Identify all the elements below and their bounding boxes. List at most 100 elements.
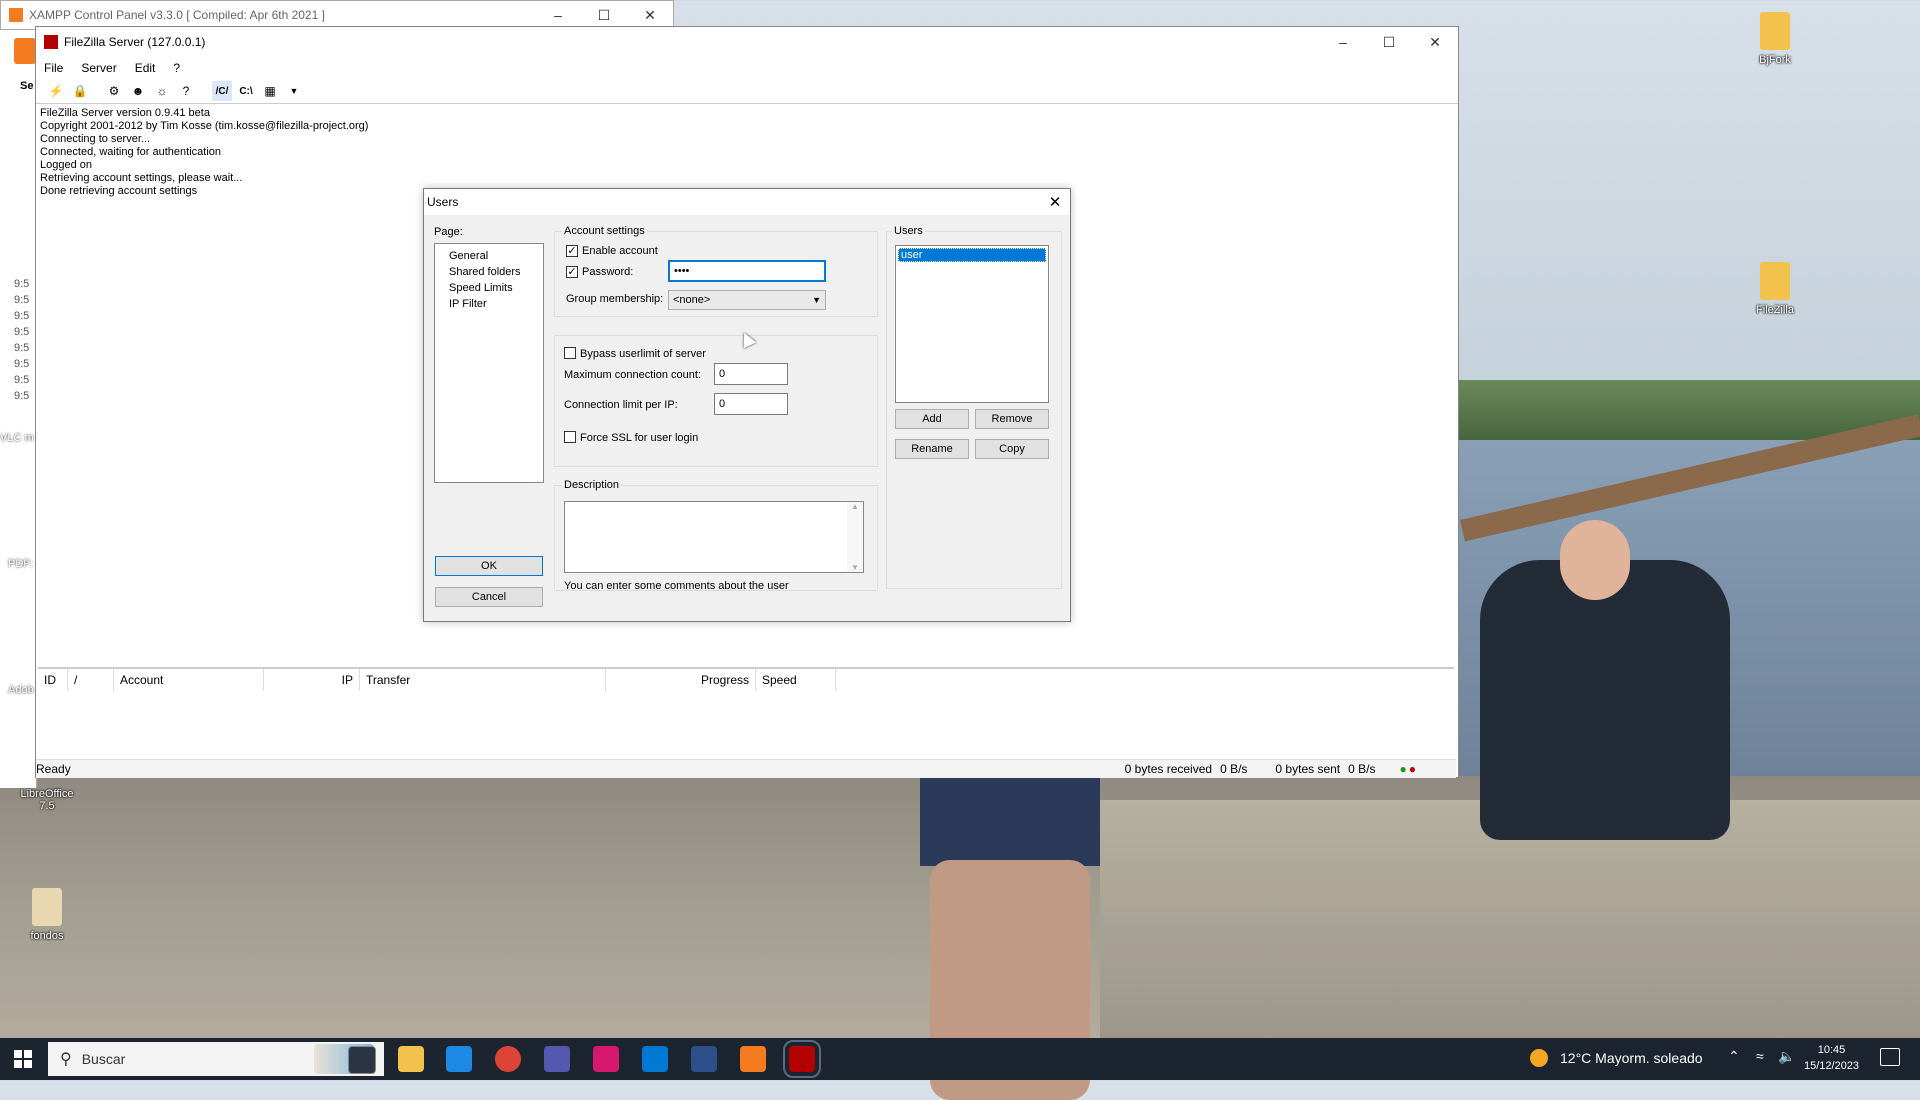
taskbar: ⚲ Buscar 12°C Mayorm. soleado ⌃ ≈ 🔈 10:4… [0, 1038, 1920, 1080]
xampp-window-body: Se 9:5 9:5 9:5 9:5 9:5 9:5 9:5 9:5 [0, 28, 37, 788]
col-progress[interactable]: Progress [606, 669, 756, 691]
max-connection-input[interactable]: 0 [714, 363, 788, 385]
users-dialog[interactable]: Users ✕ Page: General Shared folders Spe… [423, 188, 1071, 622]
users-label: Users [892, 225, 925, 237]
password-checkbox[interactable]: ✓ [566, 266, 578, 278]
col-id[interactable]: ID [38, 669, 68, 691]
speaker-muted-icon[interactable]: 🔈 [1778, 1048, 1795, 1065]
file-explorer-icon[interactable] [398, 1046, 424, 1072]
connection-limit-ip-input[interactable]: 0 [714, 393, 788, 415]
vscode-icon[interactable] [642, 1046, 668, 1072]
close-icon[interactable]: ✕ [1412, 27, 1458, 57]
users-list[interactable]: user [895, 245, 1049, 403]
menu-help[interactable]: ? [173, 61, 180, 75]
scrollbar[interactable]: ▲ ▼ [847, 502, 863, 572]
xampp-titlebar: XAMPP Control Panel v3.3.0 [ Compiled: A… [1, 1, 673, 29]
red-led-icon: ● [1408, 762, 1416, 776]
clock-time: 10:45 [1817, 1044, 1846, 1056]
filezilla-taskbar-icon[interactable] [783, 1040, 821, 1078]
network-icon[interactable]: ≈ [1756, 1048, 1764, 1064]
windows-start-icon[interactable] [14, 1050, 32, 1068]
chrome-icon[interactable] [495, 1046, 521, 1072]
settings-icon[interactable]: ⚙ [104, 81, 124, 101]
password-field[interactable]: •••• [668, 260, 826, 282]
close-icon[interactable]: ✕ [1040, 193, 1070, 211]
menu-server[interactable]: Server [81, 61, 116, 75]
desktop-partial-adobe: Adob [8, 684, 34, 696]
remove-user-button[interactable]: Remove [975, 409, 1049, 429]
teams-icon[interactable] [544, 1046, 570, 1072]
enable-account-label: Enable account [582, 245, 658, 257]
connect-icon[interactable]: ⚡ [46, 81, 66, 101]
scroll-up-icon[interactable]: ▲ [847, 502, 863, 511]
user-list-item[interactable]: user [898, 248, 1046, 262]
help-icon[interactable]: ? [176, 81, 196, 101]
notifications-icon[interactable] [1880, 1048, 1900, 1066]
log-line: Retrieving account settings, please wait… [40, 172, 243, 184]
menubar: File Server Edit ? [36, 57, 1458, 79]
col-transfer[interactable]: Transfer [360, 669, 606, 691]
description-hint: You can enter some comments about the us… [564, 580, 789, 592]
cancel-button[interactable]: Cancel [435, 587, 543, 607]
enable-account-checkbox[interactable]: ✓ [566, 245, 578, 257]
add-user-button[interactable]: Add [895, 409, 969, 429]
description-textarea[interactable]: ▲ ▼ [564, 501, 864, 573]
page-general[interactable]: General [449, 248, 521, 264]
desktop-icon-libreoffice[interactable]: LibreOffice 7.5 [12, 788, 82, 812]
weather-icon [1530, 1049, 1548, 1067]
log-line: Copyright 2001-2012 by Tim Kosse (tim.ko… [40, 120, 369, 132]
page-tree[interactable]: General Shared folders Speed Limits IP F… [434, 243, 544, 483]
col-ip[interactable]: IP [264, 669, 360, 691]
col-speed[interactable]: Speed [756, 669, 836, 691]
users-icon[interactable]: ☻ [128, 81, 148, 101]
mysql-workbench-icon[interactable] [691, 1046, 717, 1072]
col-account[interactable]: Account [114, 669, 264, 691]
desktop-icon-fondos[interactable]: fondos [12, 888, 82, 942]
chevron-up-icon[interactable]: ⌃ [1728, 1048, 1740, 1065]
path-windows-toggle[interactable]: C:\ [236, 81, 256, 101]
search-placeholder: Buscar [81, 1051, 126, 1067]
xampp-title: XAMPP Control Panel v3.3.0 [ Compiled: A… [29, 8, 325, 22]
minimize-icon[interactable]: – [1320, 27, 1366, 57]
log-line: Connecting to server... [40, 133, 151, 145]
chevron-down-icon[interactable]: ▼ [284, 81, 304, 101]
groups-icon[interactable]: ☼ [152, 81, 172, 101]
xampp-taskbar-icon[interactable] [740, 1046, 766, 1072]
maximize-icon[interactable]: ☐ [1366, 27, 1412, 57]
rename-user-button[interactable]: Rename [895, 439, 969, 459]
page-shared-folders[interactable]: Shared folders [449, 264, 521, 280]
bypass-userlimit-label: Bypass userlimit of server [580, 348, 706, 360]
page-ip-filter[interactable]: IP Filter [449, 296, 521, 312]
filezilla-app-icon [44, 35, 58, 49]
desktop-icon-filezilla[interactable]: FileZilla [1740, 262, 1810, 316]
copy-user-button[interactable]: Copy [975, 439, 1049, 459]
taskbar-search[interactable]: ⚲ Buscar [48, 1042, 384, 1076]
group-membership-select[interactable]: <none> ▼ [668, 290, 826, 310]
status-received: 0 bytes received [1124, 762, 1213, 776]
desktop-icon-bjfork[interactable]: BjFork [1740, 12, 1810, 66]
ok-button[interactable]: OK [435, 556, 543, 576]
desktop-partial-vlc: VLC m [0, 432, 34, 444]
scroll-down-icon[interactable]: ▼ [847, 563, 863, 572]
filezilla-title: FileZilla Server (127.0.0.1) [64, 35, 206, 49]
task-view-icon[interactable] [348, 1046, 376, 1074]
jetbrains-icon[interactable] [593, 1046, 619, 1072]
col-sort[interactable]: / [68, 669, 114, 691]
status-sent-rate: 0 B/s [1348, 762, 1376, 776]
lock-icon[interactable]: 🔒 [70, 81, 90, 101]
clock[interactable]: 10:45 15/12/2023 [1804, 1042, 1859, 1074]
path-unix-toggle[interactable]: /C/ [212, 81, 232, 101]
page-speed-limits[interactable]: Speed Limits [449, 280, 521, 296]
menu-edit[interactable]: Edit [135, 61, 156, 75]
account-settings-label: Account settings [562, 225, 647, 237]
force-ssl-checkbox[interactable] [564, 431, 576, 443]
menu-file[interactable]: File [44, 61, 63, 75]
weather-text[interactable]: 12°C Mayorm. soleado [1560, 1050, 1703, 1066]
mail-icon[interactable] [446, 1046, 472, 1072]
xampp-app-icon [9, 8, 23, 22]
folder-icon [1760, 12, 1790, 50]
bypass-userlimit-checkbox[interactable] [564, 347, 576, 359]
background-person-head [1560, 520, 1630, 600]
view-icon[interactable]: ▦ [260, 81, 280, 101]
background-runner-shorts [920, 776, 1100, 866]
